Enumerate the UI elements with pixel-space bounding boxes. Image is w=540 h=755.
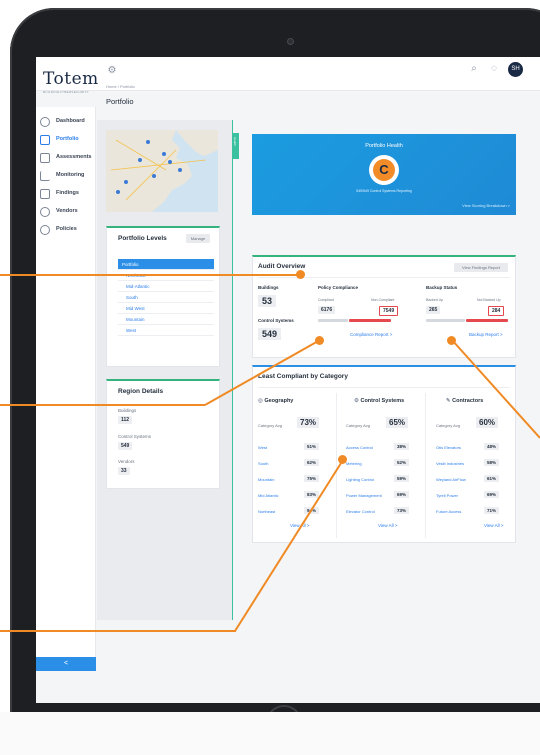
callout-line-category	[0, 630, 236, 632]
stage: Totem BUILDINGCYBERSECURITY ⚙ ⌕ ◌ SH Hom…	[0, 0, 540, 755]
floor-reflection	[0, 712, 540, 755]
callout-diagonal-compliance	[204, 339, 321, 406]
callout-dot-category	[338, 455, 347, 464]
callout-dot-compliance	[315, 336, 324, 345]
callout-dot-backup	[447, 336, 456, 345]
callout-diagonals	[204, 339, 540, 632]
callout-diagonal-category	[234, 459, 344, 632]
callout-diagonal-backup	[451, 339, 540, 439]
